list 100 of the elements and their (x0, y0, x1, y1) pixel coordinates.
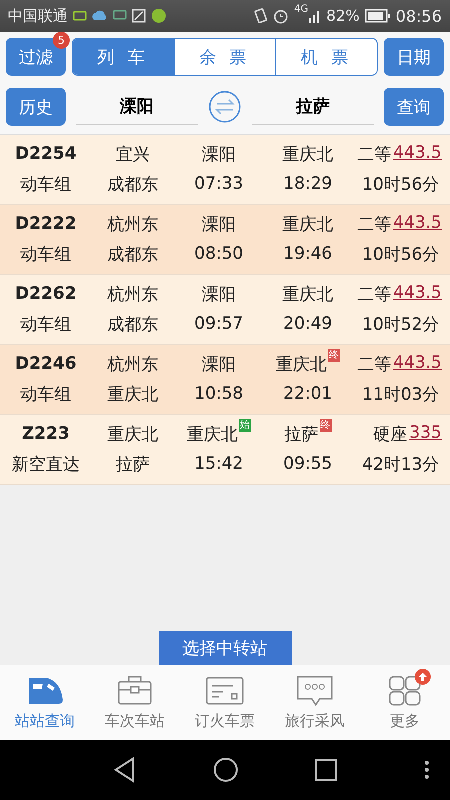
count-badge: 5 (53, 32, 70, 49)
train-type: 动车组 (20, 174, 72, 196)
train-number: D2262 (15, 284, 77, 304)
train-type: 动车组 (20, 384, 72, 406)
origin-station: 重庆北 (108, 424, 158, 446)
clock: 08:56 (396, 6, 442, 26)
nav-label: 车次车站 (105, 712, 165, 731)
duration: 42时13分 (362, 454, 440, 476)
duration: 10时56分 (362, 174, 440, 196)
nav-label: 旅行采风 (285, 712, 345, 731)
date-button[interactable]: 日期 (384, 38, 444, 76)
nav-tab[interactable]: 车次车站 (90, 665, 180, 740)
from-station-field[interactable]: 溧阳 (76, 89, 198, 125)
arrive-time: 22:01 (284, 384, 332, 404)
origin-station: 杭州东 (108, 214, 158, 236)
message-icon (73, 10, 87, 22)
history-button[interactable]: 历史 (6, 88, 66, 126)
price-link[interactable]: 443.5 (393, 142, 442, 162)
train-number: D2222 (15, 214, 77, 234)
grid-icon (388, 675, 422, 707)
origin-station: 杭州东 (108, 284, 158, 306)
depart-station: 溧阳 (202, 144, 236, 166)
nav-tab[interactable]: 站站查询 (0, 665, 90, 740)
seat-class: 二等 (357, 144, 392, 166)
cloud-icon (92, 9, 108, 23)
depart-time: 07:33 (194, 174, 244, 194)
nav-label: 更多 (390, 712, 420, 731)
arrive-time: 19:46 (284, 244, 332, 264)
nav-label: 订火车票 (195, 712, 255, 731)
end-badge: 终 (328, 348, 340, 362)
depart-time: 10:58 (194, 384, 244, 404)
origin-station: 宜兴 (116, 144, 150, 166)
depart-time: 09:57 (194, 314, 244, 334)
start-badge: 始 (239, 418, 251, 432)
train-type: 新空直达 (12, 454, 80, 476)
depart-time: 15:42 (194, 454, 244, 474)
arrive-station: 重庆北 (282, 144, 334, 166)
depart-time: 08:50 (194, 244, 244, 264)
arrive-station: 重庆北 (276, 354, 327, 376)
image-icon (132, 9, 146, 23)
price-link[interactable]: 443.5 (393, 212, 442, 232)
train-number: Z223 (22, 424, 70, 444)
nav-tab[interactable]: 旅行采风 (270, 665, 360, 740)
end-badge: 终 (320, 418, 332, 432)
train-number: D2246 (15, 354, 77, 374)
train-type: 动车组 (20, 244, 72, 266)
transfer-button[interactable]: 选择中转站 (158, 631, 292, 665)
depart-station: 重庆北 (187, 424, 238, 446)
price-link[interactable]: 335 (410, 422, 442, 442)
arrive-station: 重庆北 (282, 214, 334, 236)
nav-label: 站站查询 (15, 712, 75, 731)
arrive-station: 重庆北 (282, 284, 334, 306)
tab[interactable]: 余 票 (174, 39, 276, 75)
duration: 11时03分 (362, 384, 440, 406)
origin-station: 杭州东 (108, 354, 158, 376)
terminal-station: 成都东 (108, 174, 158, 196)
nav-tab[interactable]: 更多 (360, 665, 450, 740)
recents-icon[interactable] (315, 759, 337, 781)
price-link[interactable]: 443.5 (393, 282, 442, 302)
depart-station: 溧阳 (202, 354, 236, 376)
terminal-station: 成都东 (108, 314, 158, 336)
duration: 10时56分 (362, 244, 440, 266)
train-row[interactable]: D2222 杭州东 溧阳 重庆北 二等443.5 动车组 成都东 08:50 19:46 10时56分 (0, 205, 450, 275)
tab[interactable]: 机 票 (275, 39, 377, 75)
search-button[interactable]: 查询 (384, 88, 444, 126)
terminal-station: 重庆北 (108, 384, 158, 406)
terminal-station: 成都东 (108, 244, 158, 266)
train-type: 动车组 (20, 314, 72, 336)
tab[interactable]: 列 车 (73, 39, 174, 75)
seat-class: 二等 (357, 354, 392, 376)
seat-class: 二等 (357, 214, 392, 236)
alarm-icon (273, 8, 290, 24)
home-icon[interactable] (213, 757, 239, 783)
seat-class: 硬座 (374, 424, 408, 446)
arrive-time: 20:49 (284, 314, 332, 334)
to-station-field[interactable]: 拉萨 (252, 89, 374, 125)
nav-tab[interactable]: 订火车票 (180, 665, 270, 740)
terminal-station: 拉萨 (116, 454, 150, 476)
app-icon (151, 8, 167, 24)
depart-station: 溧阳 (202, 214, 236, 236)
seat-class: 二等 (357, 284, 392, 306)
battery-percent: 82% (326, 7, 360, 25)
depart-station: 溧阳 (202, 284, 236, 306)
train-row[interactable]: D2254 宜兴 溧阳 重庆北 二等443.5 动车组 成都东 07:33 18:29 10时56分 (0, 135, 450, 205)
battery-icon (364, 9, 391, 23)
back-icon[interactable] (113, 757, 137, 783)
network-label: 4G (294, 4, 309, 15)
duration: 10时52分 (362, 314, 440, 336)
arrive-time: 09:55 (284, 454, 332, 474)
price-link[interactable]: 443.5 (393, 352, 442, 372)
carrier-name: 中国联通 (8, 6, 68, 26)
train-number: D2254 (15, 144, 77, 164)
train-row[interactable]: D2262 杭州东 溧阳 重庆北 二等443.5 动车组 成都东 09:57 20:49 10时52分 (0, 275, 450, 345)
more-options-icon[interactable] (424, 760, 430, 780)
swap-icon[interactable] (208, 90, 242, 124)
arrive-station: 拉萨 (284, 424, 318, 446)
ticket-icon (205, 676, 245, 706)
briefcase-icon (116, 675, 154, 707)
arrive-time: 18:29 (284, 174, 332, 194)
signal-icon (308, 9, 322, 23)
